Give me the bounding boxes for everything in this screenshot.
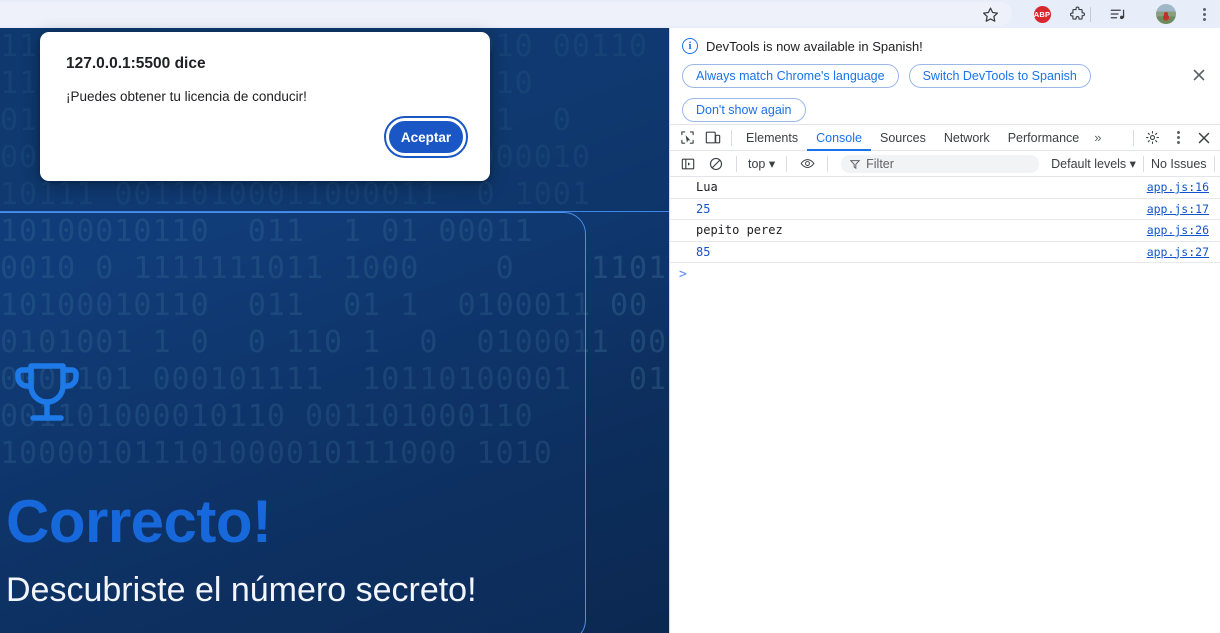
- console-message-list: Lua app.js:16 25 app.js:17 pepito perez app.j…: [670, 177, 1220, 263]
- devtools-tab-bar: Elements Console Sources Network Perform…: [670, 124, 1220, 151]
- issues-counter[interactable]: No Issues: [1151, 157, 1207, 171]
- address-bar[interactable]: [0, 2, 1012, 26]
- execution-context-select[interactable]: top ▾: [744, 156, 779, 171]
- extensions-puzzle-icon[interactable]: [1063, 0, 1091, 28]
- execution-context-label: top: [748, 157, 766, 171]
- tabbar-divider-right: [1133, 129, 1134, 146]
- trophy-icon: [14, 358, 80, 428]
- console-prompt-symbol: >: [679, 266, 687, 282]
- browser-toolbar: ABP: [0, 0, 1220, 28]
- tab-network[interactable]: Network: [935, 125, 999, 151]
- live-expression-eye-icon[interactable]: [794, 151, 820, 177]
- accept-button[interactable]: Aceptar: [388, 120, 464, 154]
- info-icon: i: [682, 38, 698, 54]
- toolbar-divider: [1090, 7, 1091, 22]
- dialog-title: 127.0.0.1:5500 dice: [66, 55, 206, 72]
- tab-sources[interactable]: Sources: [871, 125, 935, 151]
- bookmark-star-icon[interactable]: [976, 0, 1004, 28]
- console-prompt[interactable]: >: [670, 263, 1220, 285]
- console-source-link[interactable]: app.js:17: [1147, 202, 1209, 216]
- more-tabs-icon[interactable]: »: [1088, 130, 1107, 145]
- console-toolbar: top ▾ Filter Default levels ▾ No Issues: [670, 151, 1220, 177]
- device-toolbar-icon[interactable]: [700, 125, 726, 151]
- toolbar-divider-3: [827, 155, 829, 172]
- devtools-close-icon[interactable]: [1191, 125, 1217, 151]
- banner-actions: Always match Chrome's language Switch De…: [682, 64, 1162, 122]
- accept-button-focus-ring: Aceptar: [384, 116, 468, 158]
- filter-icon: [850, 159, 861, 169]
- console-message-text: 25: [696, 201, 711, 216]
- adblock-plus-icon[interactable]: ABP: [1028, 0, 1056, 28]
- console-message-row[interactable]: 85 app.js:27: [670, 242, 1220, 263]
- console-source-link[interactable]: app.js:26: [1147, 223, 1209, 237]
- toolbar-divider-1: [736, 155, 737, 172]
- toolbar-divider-4: [1142, 155, 1144, 172]
- settings-gear-icon[interactable]: [1139, 125, 1165, 151]
- console-message-text: 85: [696, 244, 711, 259]
- chrome-menu-dots: [1202, 7, 1206, 21]
- media-control-icon[interactable]: [1104, 0, 1132, 28]
- console-filter-input[interactable]: Filter: [841, 154, 1040, 173]
- banner-chip-switch-spanish[interactable]: Switch DevTools to Spanish: [908, 64, 1091, 88]
- abp-badge-label: ABP: [1033, 5, 1051, 23]
- banner-close-icon[interactable]: [1188, 64, 1210, 86]
- tab-elements[interactable]: Elements: [737, 125, 807, 151]
- console-message-text: Lua: [696, 180, 718, 195]
- javascript-alert-dialog: 127.0.0.1:5500 dice ¡Puedes obtener tu l…: [40, 32, 490, 181]
- console-message-row[interactable]: Lua app.js:16: [670, 177, 1220, 199]
- avatar-image: [1156, 4, 1176, 24]
- tab-console[interactable]: Console: [807, 125, 871, 151]
- clear-console-icon[interactable]: [703, 151, 729, 177]
- console-sidebar-toggle-icon[interactable]: [675, 151, 701, 177]
- toolbar-divider-5: [1213, 155, 1215, 172]
- devtools-menu-icon[interactable]: [1165, 125, 1191, 151]
- log-levels-select[interactable]: Default levels ▾: [1051, 156, 1136, 171]
- console-source-link[interactable]: app.js:16: [1147, 180, 1209, 194]
- devtools-panel: i DevTools is now available in Spanish! …: [669, 28, 1220, 633]
- console-message-text: pepito perez: [696, 223, 783, 238]
- log-levels-label: Default levels: [1051, 157, 1127, 171]
- inspect-element-icon[interactable]: [674, 125, 700, 151]
- console-source-link[interactable]: app.js:27: [1147, 245, 1209, 259]
- page-title: Correcto!: [6, 488, 272, 555]
- console-message-row[interactable]: pepito perez app.js:26: [670, 220, 1220, 242]
- page-subtitle: Descubriste el número secreto!: [6, 571, 477, 609]
- toolbar-divider-2: [786, 155, 788, 172]
- console-message-row[interactable]: 25 app.js:17: [670, 199, 1220, 220]
- banner-text: DevTools is now available in Spanish!: [706, 38, 923, 54]
- chrome-menu-icon[interactable]: [1190, 0, 1218, 28]
- result-card: [0, 212, 586, 633]
- dialog-message: ¡Puedes obtener tu licencia de conducir!: [66, 89, 307, 104]
- banner-chip-always-match[interactable]: Always match Chrome's language: [682, 64, 899, 88]
- devtools-menu-dots: [1176, 131, 1180, 144]
- banner-chip-dont-show[interactable]: Don't show again: [682, 98, 806, 122]
- devtools-language-banner: i DevTools is now available in Spanish! …: [670, 28, 1220, 124]
- browser-window: ABP 1110 0 1001 0110 1 0 1010 00110 10 0…: [0, 0, 1220, 633]
- tab-performance[interactable]: Performance: [999, 125, 1089, 151]
- tabbar-divider: [731, 129, 732, 146]
- profile-avatar[interactable]: [1152, 0, 1180, 28]
- console-filter-placeholder: Filter: [866, 156, 894, 171]
